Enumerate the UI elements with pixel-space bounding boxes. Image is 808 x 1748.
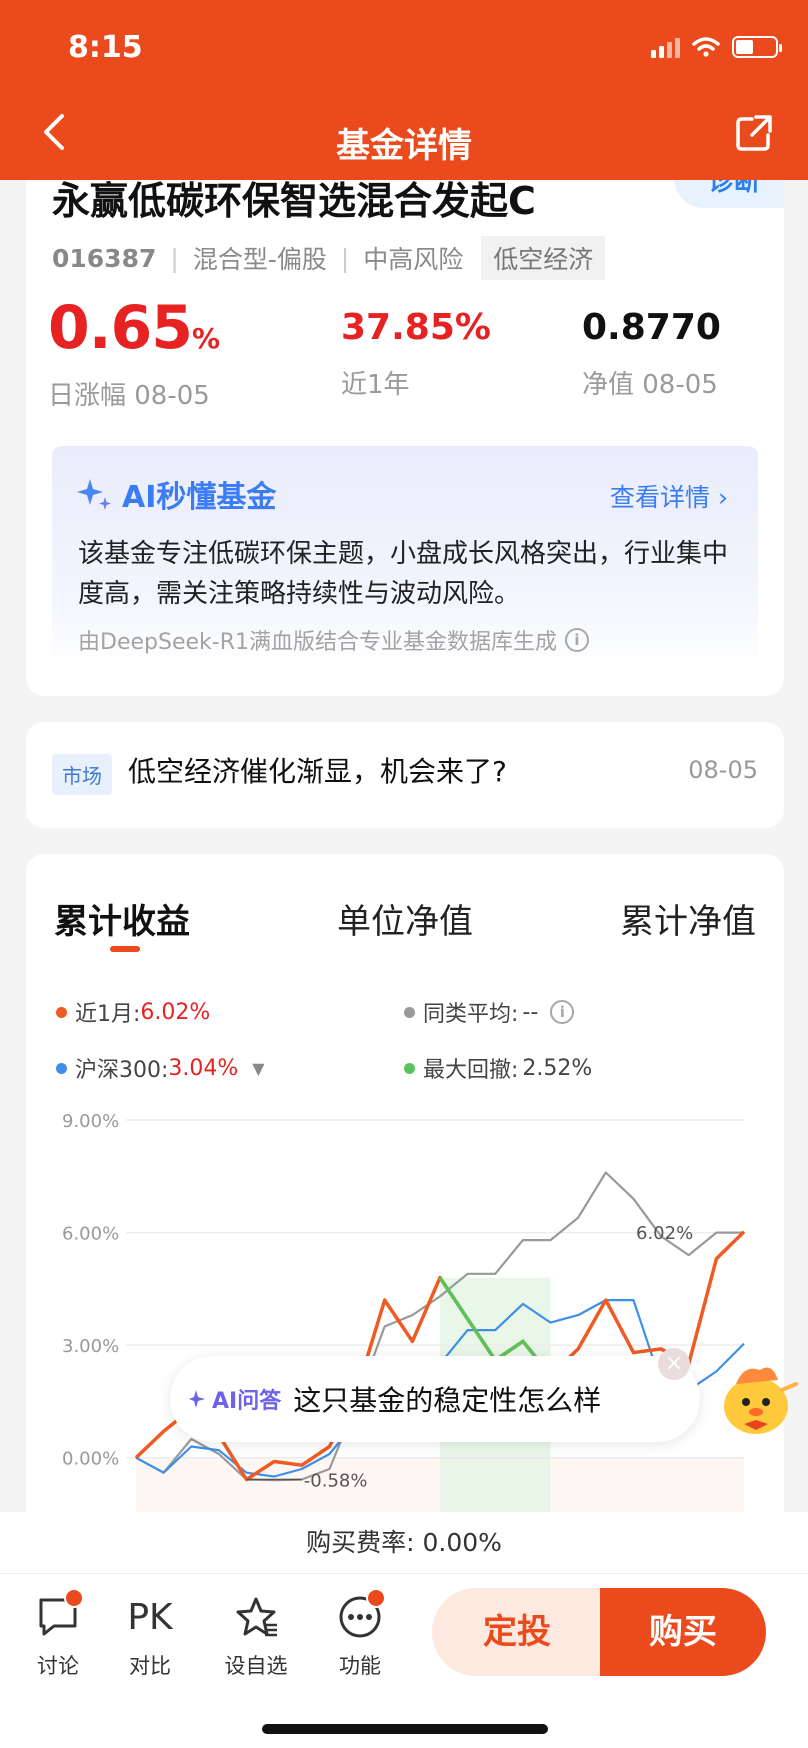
- page-title: 基金详情: [336, 126, 472, 166]
- info-icon[interactable]: i: [564, 628, 589, 652]
- ai-qa-label: AI问答: [188, 1383, 281, 1415]
- share-icon[interactable]: [734, 113, 774, 153]
- status-icons: [651, 36, 782, 58]
- ai-view-details-link[interactable]: 查看详情 ›: [610, 478, 728, 514]
- status-time: 8:15: [68, 30, 143, 65]
- sparkle-icon: [77, 479, 111, 510]
- year-return-value: 37.85%: [341, 307, 491, 348]
- bottom-action-bar: 讨论 PK 对比 设自选 功能 定投 购买: [0, 1574, 808, 1748]
- ai-summary-card[interactable]: AI秒懂基金 查看详情 › 该基金专注低碳环保主题，小盘成长风格突出，行业集中度…: [52, 446, 758, 668]
- mascot-chick-icon[interactable]: [716, 1354, 798, 1440]
- news-headline: 低空经济催化渐显，机会来了?: [128, 755, 507, 788]
- fund-type: 混合型-偏股: [192, 245, 327, 274]
- daily-change-stat: 0.65% 日涨幅 08-05: [48, 298, 220, 412]
- year-return-label: 近1年: [341, 370, 410, 400]
- buy-button[interactable]: 购买: [600, 1588, 766, 1676]
- wifi-icon: [692, 37, 720, 57]
- divider: |: [340, 243, 350, 273]
- year-return-stat: 37.85% 近1年: [341, 298, 491, 401]
- ai-source-note: 由DeepSeek-R1满血版结合专业基金数据库生成 i: [78, 624, 589, 656]
- nav-label: 净值 08-05: [582, 370, 718, 400]
- fund-code: 016387: [52, 243, 157, 273]
- purchase-fee-bar: 购买费率: 0.00%: [0, 1512, 808, 1574]
- chevron-right-icon: ›: [718, 483, 728, 512]
- chart-card: 累计收益 单位净值 累计净值 近1月: 6.02% 同类平均: -- i 沪深3…: [26, 854, 784, 1594]
- theme-tag[interactable]: 低空经济: [481, 236, 606, 280]
- top-bar: 8:15 基金详情: [0, 0, 808, 180]
- fund-info-card: 永赢低碳环保智选混合发起C 诊断 016387 | 混合型-偏股 | 中高风险 …: [26, 160, 784, 696]
- discuss-button[interactable]: 讨论: [18, 1588, 98, 1680]
- news-card[interactable]: 市场 低空经济催化渐显，机会来了? 08-05: [26, 722, 784, 828]
- ai-source-text: 由DeepSeek-R1满血版结合专业基金数据库生成: [78, 630, 557, 655]
- ai-summary-text: 该基金专注低碳环保主题，小盘成长风格突出，行业集中度高，需关注策略持续性与波动风…: [78, 539, 729, 609]
- close-icon[interactable]: ×: [658, 1348, 690, 1380]
- battery-icon: [732, 36, 782, 58]
- fund-meta: 016387 | 混合型-偏股 | 中高风险 低空经济: [52, 236, 606, 280]
- ai-view-details-label: 查看详情: [610, 483, 711, 512]
- ai-summary-header: AI秒懂基金: [76, 472, 276, 516]
- add-watchlist-label: 设自选: [224, 1654, 288, 1678]
- compare-label: 对比: [129, 1654, 171, 1678]
- ai-qa-text: AI问答: [212, 1389, 282, 1414]
- min-marker-label: -0.58%: [304, 1470, 368, 1491]
- nav-stat: 0.8770 净值 08-05: [582, 298, 721, 401]
- sparkle-icon: [189, 1390, 205, 1408]
- compare-button[interactable]: PK 对比: [110, 1592, 190, 1680]
- ai-question-text: 这只基金的稳定性怎么样: [293, 1384, 602, 1417]
- cumulative-return-chart[interactable]: 9.00% 6.00% 3.00% 0.00% -0.58% 6.02%: [26, 854, 784, 1594]
- ai-summary-title: AI秒懂基金: [122, 480, 277, 515]
- fund-risk: 中高风险: [363, 245, 464, 274]
- y-tick-label: 3.00%: [62, 1336, 119, 1357]
- news-tag: 市场: [52, 754, 112, 795]
- ai-question-bubble[interactable]: AI问答 这只基金的稳定性怎么样 ×: [170, 1348, 700, 1442]
- pk-icon: PK: [127, 1596, 173, 1638]
- daily-change-value: 0.65: [48, 293, 193, 363]
- home-indicator: [262, 1724, 548, 1734]
- auto-invest-button[interactable]: 定投: [432, 1588, 602, 1676]
- functions-button[interactable]: 功能: [320, 1588, 400, 1680]
- add-watchlist-button[interactable]: 设自选: [216, 1592, 296, 1680]
- functions-label: 功能: [339, 1654, 381, 1678]
- daily-change-unit: %: [192, 322, 220, 355]
- news-date: 08-05: [688, 756, 758, 784]
- y-tick-label: 9.00%: [62, 1111, 119, 1132]
- discuss-label: 讨论: [37, 1654, 79, 1678]
- daily-change-label: 日涨幅 08-05: [48, 381, 210, 411]
- star-icon: [236, 1597, 277, 1637]
- nav-value: 0.8770: [582, 307, 721, 348]
- divider: |: [170, 243, 179, 273]
- y-tick-label: 6.00%: [62, 1224, 119, 1245]
- end-value-label: 6.02%: [636, 1223, 693, 1244]
- cellular-signal-icon: [651, 36, 680, 58]
- notification-dot: [64, 1588, 84, 1608]
- y-tick-label: 0.00%: [62, 1449, 119, 1470]
- notification-dot: [366, 1588, 386, 1608]
